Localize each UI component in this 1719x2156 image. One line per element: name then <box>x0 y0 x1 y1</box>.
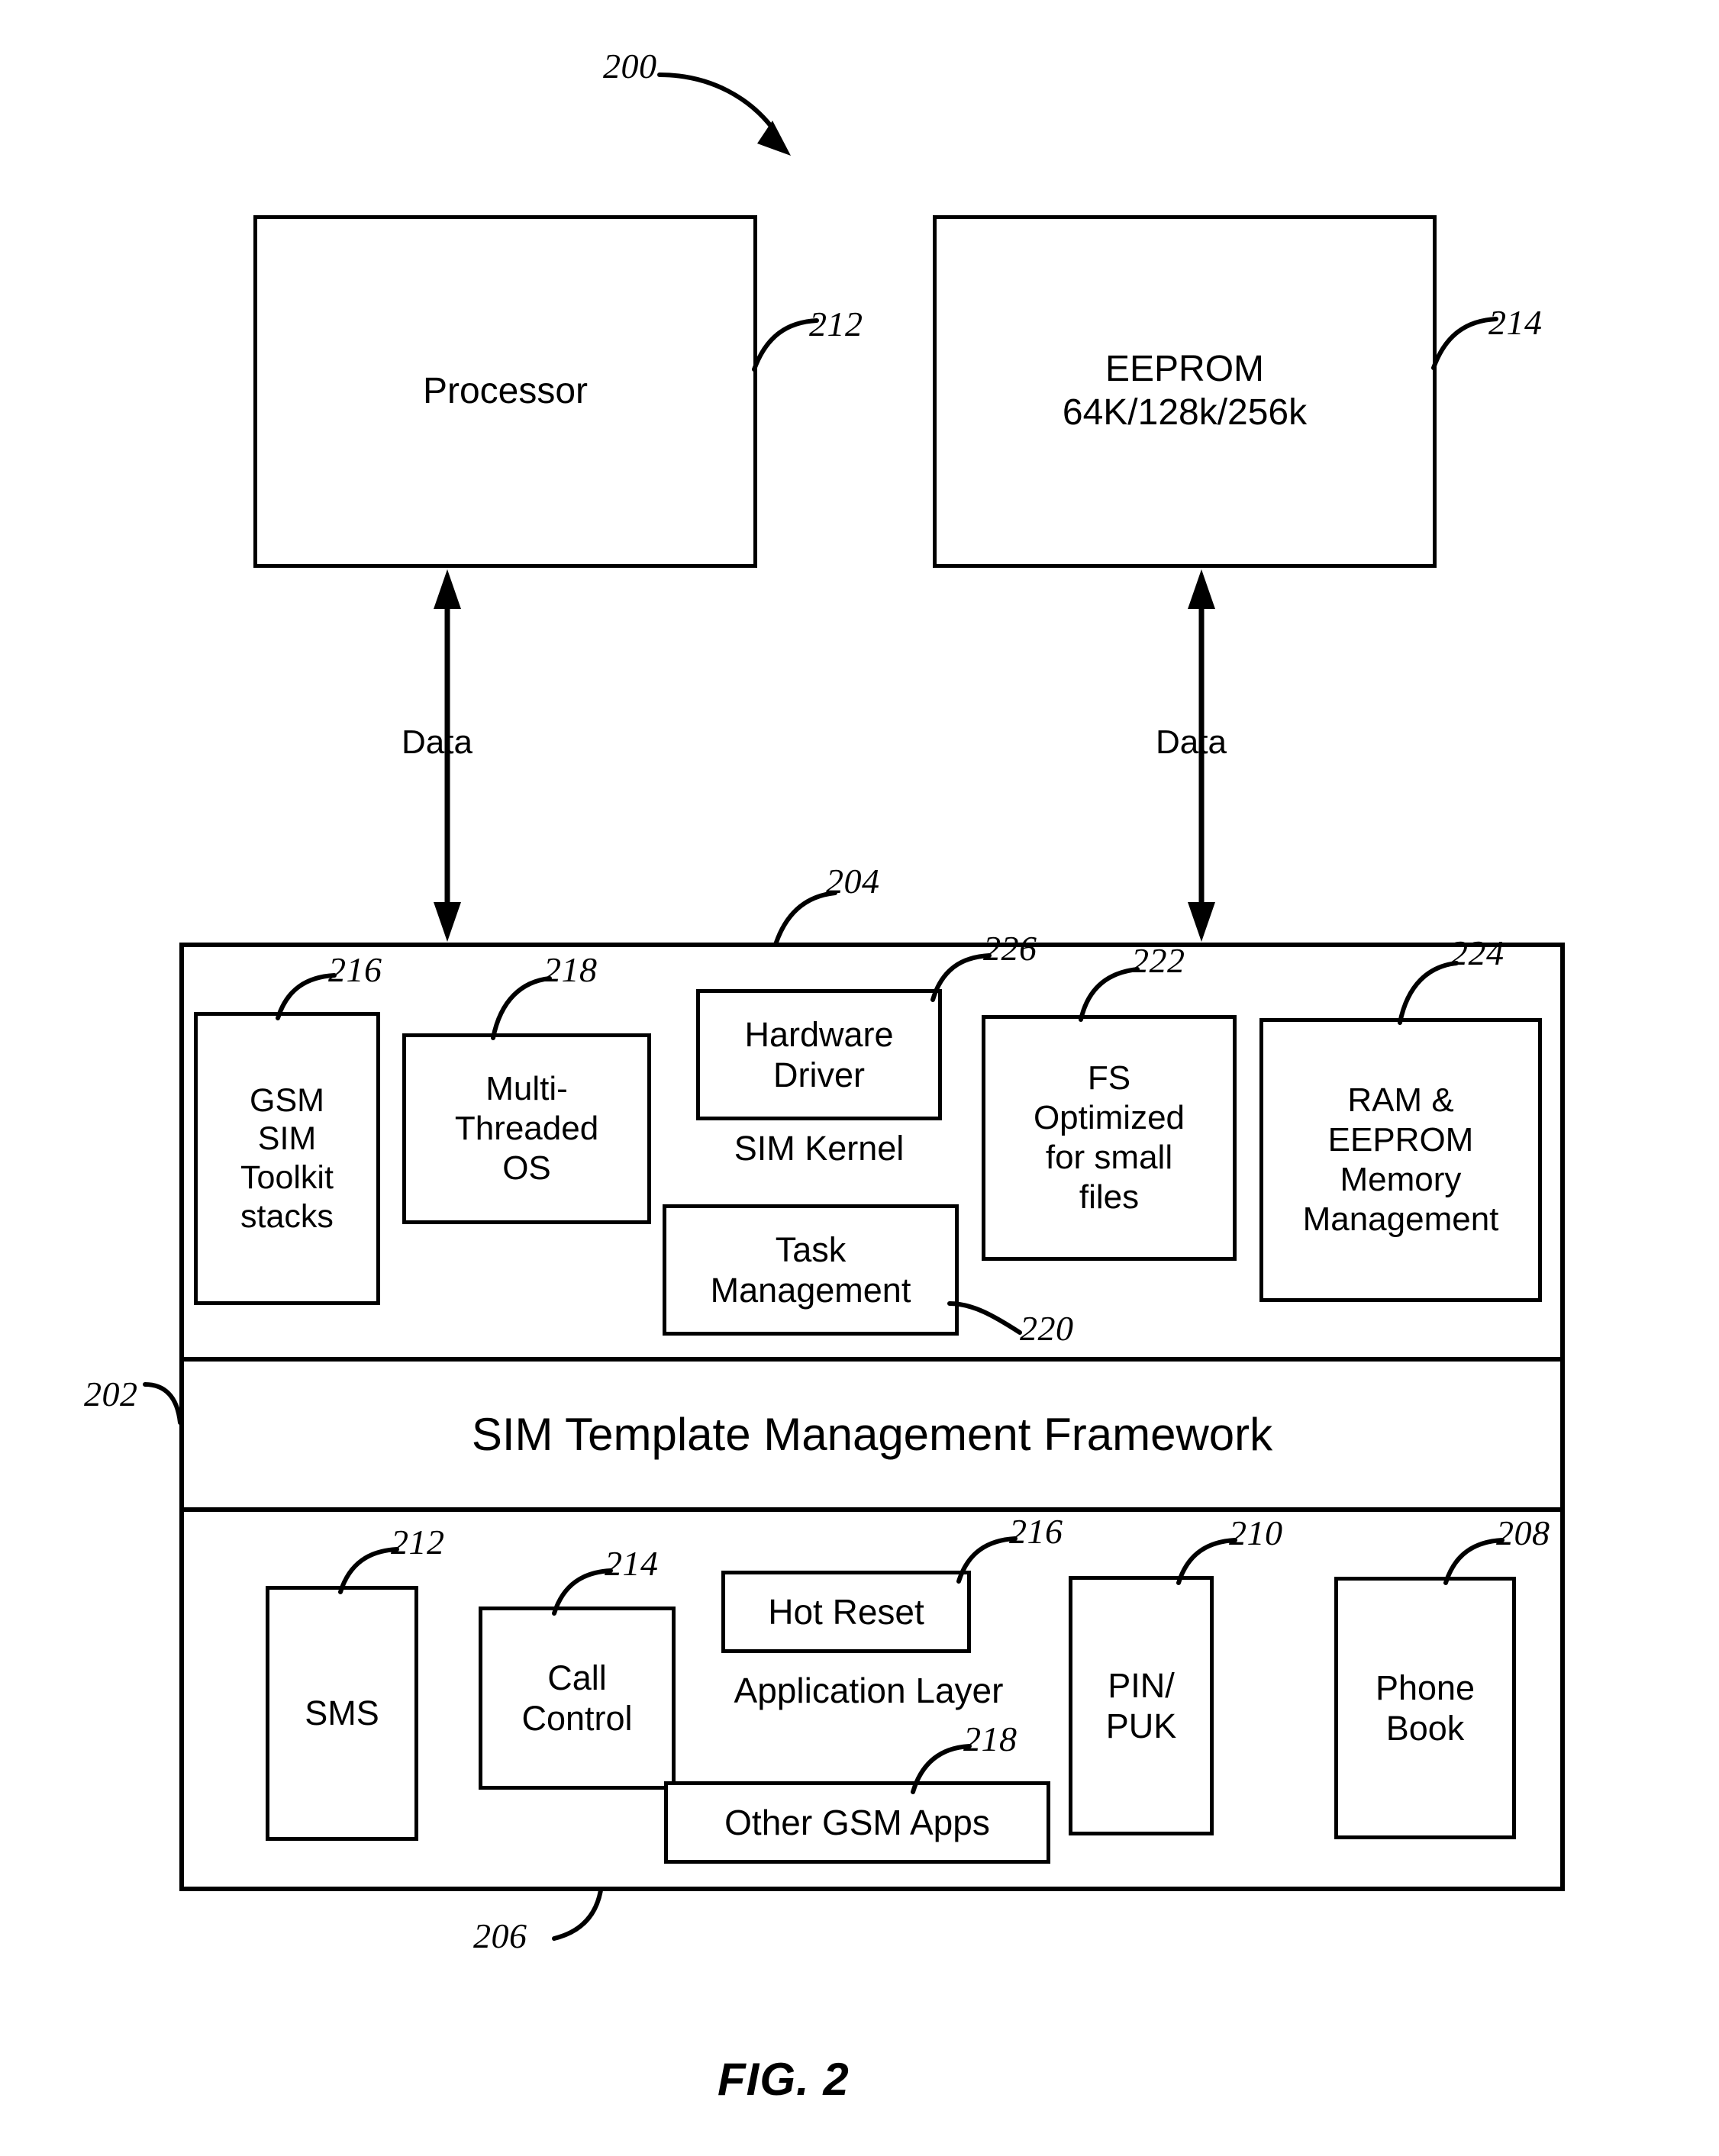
block-ram-eeprom-memory-management-label: RAM & EEPROM Memory Management <box>1302 1081 1499 1238</box>
system-leader-arrow <box>656 61 855 168</box>
block-hot-reset-label: Hot Reset <box>768 1591 924 1632</box>
application-layer-group-label: Application Layer <box>734 1671 1004 1710</box>
reference-numeral-218-other-gsm-apps: 218 <box>963 1719 1018 1758</box>
block-fs-optimized-small-files: FS Optimized for small files <box>982 1015 1237 1261</box>
reference-numeral-218-kernel: 218 <box>543 950 598 989</box>
block-sms: SMS <box>266 1586 418 1841</box>
patent-figure-page: 200 Processor 212 EEPROM 64K/128k/256k 2… <box>0 0 1719 2156</box>
block-pin-puk: PIN/ PUK <box>1069 1576 1214 1835</box>
reference-numeral-214-eeprom: 214 <box>1488 303 1543 342</box>
block-multi-threaded-os-label: Multi- Threaded OS <box>454 1070 599 1187</box>
block-call-control: Call Control <box>479 1607 676 1790</box>
block-processor-label: Processor <box>422 370 589 411</box>
figure-caption: FIG. 2 <box>718 2054 850 2105</box>
block-task-management: Task Management <box>663 1204 959 1336</box>
reference-numeral-204: 204 <box>826 862 880 901</box>
block-other-gsm-apps-label: Other GSM Apps <box>724 1802 990 1842</box>
block-pin-puk-label: PIN/ PUK <box>1105 1665 1177 1745</box>
reference-numeral-210: 210 <box>1229 1513 1283 1552</box>
data-label-right: Data <box>1156 724 1227 761</box>
data-label-left: Data <box>402 724 472 761</box>
block-eeprom: EEPROM 64K/128k/256k <box>933 215 1437 568</box>
framework-layer-label: SIM Template Management Framework <box>471 1409 1273 1460</box>
reference-numeral-224: 224 <box>1450 933 1505 972</box>
block-phone-book: Phone Book <box>1334 1577 1516 1839</box>
block-processor: Processor <box>253 215 757 568</box>
kernel-layer-group-label: SIM Kernel <box>734 1129 905 1168</box>
reference-numeral-216-hot-reset: 216 <box>1009 1512 1063 1551</box>
block-task-management-label: Task Management <box>710 1229 911 1310</box>
reference-numeral-200: 200 <box>603 47 657 85</box>
reference-numeral-222: 222 <box>1131 941 1185 980</box>
reference-numeral-212-processor: 212 <box>809 305 863 343</box>
leader-206-application-layer <box>551 1883 635 1952</box>
reference-numeral-202: 202 <box>84 1374 138 1413</box>
reference-numeral-216-kernel: 216 <box>328 950 382 989</box>
block-sms-label: SMS <box>305 1694 379 1733</box>
block-hardware-driver-label: Hardware Driver <box>744 1014 894 1094</box>
block-hot-reset: Hot Reset <box>721 1571 971 1653</box>
block-eeprom-label: EEPROM 64K/128k/256k <box>1062 349 1308 433</box>
divider-kernel-framework <box>184 1357 1560 1362</box>
block-gsm-sim-toolkit-stacks-label: GSM SIM Toolkit stacks <box>240 1081 334 1235</box>
block-other-gsm-apps: Other GSM Apps <box>664 1781 1050 1864</box>
reference-numeral-206: 206 <box>473 1916 527 1955</box>
block-gsm-sim-toolkit-stacks: GSM SIM Toolkit stacks <box>194 1012 380 1305</box>
block-phone-book-label: Phone Book <box>1375 1668 1476 1748</box>
reference-numeral-208: 208 <box>1496 1513 1550 1552</box>
reference-numeral-212-sms: 212 <box>391 1523 445 1561</box>
divider-framework-application <box>184 1507 1560 1512</box>
reference-numeral-220: 220 <box>1020 1309 1074 1348</box>
block-call-control-label: Call Control <box>521 1658 633 1738</box>
block-ram-eeprom-memory-management: RAM & EEPROM Memory Management <box>1259 1018 1542 1302</box>
reference-numeral-226: 226 <box>983 929 1037 968</box>
block-multi-threaded-os: Multi- Threaded OS <box>402 1033 651 1224</box>
leader-220-task-management <box>947 1290 1030 1343</box>
reference-numeral-214-call-control: 214 <box>605 1544 659 1583</box>
block-hardware-driver: Hardware Driver <box>696 989 942 1120</box>
block-fs-optimized-small-files-label: FS Optimized for small files <box>1033 1059 1185 1216</box>
